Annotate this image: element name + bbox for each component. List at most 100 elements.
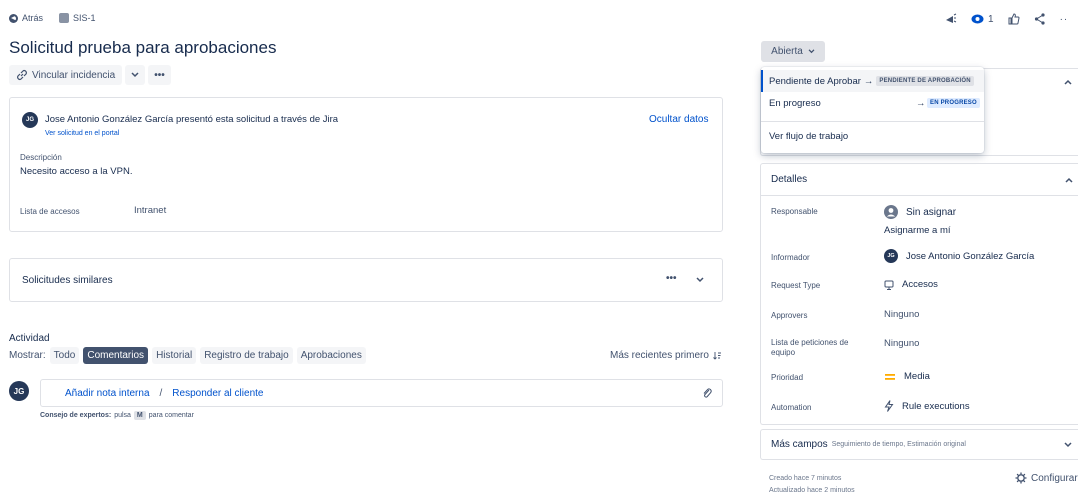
request-type-icon — [884, 280, 894, 290]
assignee-label: Responsable — [771, 207, 818, 216]
status-label: Abierta — [771, 46, 803, 57]
issue-key-link[interactable]: SIS-1 — [59, 13, 96, 23]
more-fields-panel[interactable]: Más campos Seguimiento de tiempo, Estima… — [760, 429, 1078, 460]
chevron-down-icon — [131, 72, 139, 78]
access-list-value[interactable]: Intranet — [134, 205, 166, 216]
reply-customer-link[interactable]: Responder al cliente — [172, 388, 263, 399]
chevron-up-icon[interactable] — [1065, 177, 1073, 183]
back-label: Atrás — [22, 13, 44, 23]
status-button[interactable]: Abierta — [761, 41, 825, 62]
assignee-field[interactable]: Sin asignar — [884, 205, 956, 219]
avatar: JG — [884, 249, 898, 263]
chevron-down-icon[interactable] — [696, 277, 704, 283]
reporter-value: Jose Antonio González García — [906, 250, 1035, 262]
filter-approvals[interactable]: Aprobaciones — [296, 347, 366, 364]
request-type-field[interactable]: Accesos — [884, 279, 938, 290]
eye-icon — [971, 14, 984, 24]
similar-requests-title: Solicitudes similares — [22, 275, 113, 286]
issue-toolbar: Vincular incidencia ••• — [9, 65, 171, 85]
automation-label: Automation — [771, 403, 812, 412]
lightning-icon — [884, 400, 894, 412]
priority-label: Prioridad — [771, 373, 804, 382]
thumbs-up-icon[interactable] — [1008, 13, 1020, 25]
avatar: JG — [9, 381, 29, 401]
back-arrow-icon — [9, 13, 18, 23]
watch-count: 1 — [988, 13, 994, 25]
creator-line: Jose Antonio González García presentó es… — [45, 114, 338, 125]
team-requests-label: Lista de peticiones de equipo — [771, 338, 849, 357]
page-title: Solicitud prueba para aprobaciones — [9, 38, 277, 57]
composer-separator: / — [159, 387, 163, 399]
breadcrumb: Atrás SIS-1 — [9, 13, 96, 23]
transition-arrow: → — [916, 97, 926, 109]
creator-action: presentó esta solicitud a través de Jira — [175, 114, 339, 125]
sort-button[interactable]: Más recientes primero — [610, 350, 721, 361]
watch-button[interactable]: 1 — [971, 14, 994, 25]
assign-to-me-link[interactable]: Asignarme a mí — [884, 225, 951, 236]
transition-in-progress[interactable]: En progreso → EN PROGRESO — [761, 92, 984, 114]
more-actions-icon[interactable]: ·· — [1060, 14, 1069, 25]
priority-value: Media — [904, 371, 930, 382]
details-header[interactable]: Detalles — [761, 164, 1078, 196]
link-issue-dropdown[interactable] — [125, 65, 146, 85]
team-requests-value[interactable]: Ninguno — [884, 338, 919, 349]
assignee-value: Sin asignar — [906, 206, 957, 218]
activity-filters: Mostrar: Todo Comentarios Historial Regi… — [9, 347, 366, 364]
reporter-field[interactable]: JG Jose Antonio González García — [884, 249, 1034, 263]
approvers-value[interactable]: Ninguno — [884, 309, 919, 320]
request-details-card: JG Jose Antonio González García presentó… — [9, 97, 723, 232]
similar-more-button[interactable]: ••• — [666, 273, 677, 284]
attachment-icon[interactable] — [702, 387, 712, 399]
reporter-label: Informador — [771, 253, 810, 262]
creator-name[interactable]: Jose Antonio González García — [45, 114, 173, 125]
sort-label: Más recientes primero — [610, 350, 709, 361]
configure-button[interactable]: Configurar — [1015, 472, 1078, 484]
tip-press: pulsa — [114, 412, 131, 419]
user-avatar-icon — [884, 205, 898, 219]
filter-history[interactable]: Historial — [152, 347, 197, 364]
description-text[interactable]: Necesito acceso a la VPN. — [20, 166, 132, 177]
details-panel: Detalles Responsable Sin asignar Asignar… — [760, 163, 1078, 425]
automation-field[interactable]: Rule executions — [884, 400, 970, 412]
link-icon — [16, 69, 28, 81]
sort-icon — [713, 351, 721, 360]
back-link[interactable]: Atrás — [9, 13, 43, 23]
status-dropdown: Pendiente de Aprobar → PENDIENTE DE APRO… — [761, 67, 984, 153]
share-icon[interactable] — [1034, 13, 1046, 25]
more-fields-hint: Seguimiento de tiempo, Estimación origin… — [831, 441, 966, 448]
filter-all[interactable]: Todo — [49, 347, 80, 364]
approvers-label: Approvers — [771, 311, 808, 320]
link-issue-button[interactable]: Vincular incidencia — [9, 65, 123, 85]
transition-pending-approval[interactable]: Pendiente de Aprobar → PENDIENTE DE APRO… — [761, 70, 984, 92]
created-timestamp: Creado hace 7 minutos — [769, 475, 842, 482]
activity-heading: Actividad — [9, 333, 50, 344]
header-actions: 1 ·· — [945, 13, 1068, 25]
chevron-down-icon — [1064, 442, 1072, 448]
tip-suffix: para comentar — [148, 412, 194, 419]
filter-worklog[interactable]: Registro de trabajo — [200, 347, 293, 364]
issue-key-label: SIS-1 — [73, 13, 96, 23]
chevron-up-icon[interactable] — [1064, 79, 1072, 85]
feedback-icon[interactable] — [945, 13, 957, 25]
internal-note-link[interactable]: Añadir nota interna — [65, 388, 150, 399]
show-label: Mostrar: — [9, 350, 46, 361]
view-workflow-item[interactable]: Ver flujo de trabajo — [761, 125, 984, 147]
comment-composer[interactable]: Añadir nota interna / Responder al clien… — [40, 379, 723, 407]
link-issue-label: Vincular incidencia — [32, 69, 116, 81]
chevron-down-icon — [808, 49, 815, 54]
comment-tip: Consejo de expertos: pulsa M para coment… — [40, 411, 194, 420]
tip-key: M — [133, 411, 146, 420]
priority-field[interactable]: Media — [884, 371, 930, 382]
transition-label: En progreso — [769, 97, 821, 109]
more-button[interactable]: ••• — [148, 65, 171, 85]
configure-label: Configurar — [1031, 472, 1078, 484]
similar-requests-panel[interactable]: Solicitudes similares ••• — [9, 258, 723, 302]
hide-data-link[interactable]: Ocultar datos — [649, 114, 708, 125]
status-lozenge: PENDIENTE DE APROBACIÓN — [876, 76, 974, 86]
priority-medium-icon — [884, 373, 896, 381]
filter-comments[interactable]: Comentarios — [83, 347, 149, 364]
portal-link[interactable]: Ver solicitud en el portal — [45, 130, 119, 137]
status-lozenge: EN PROGRESO — [927, 98, 980, 108]
access-list-label: Lista de accesos — [20, 207, 80, 216]
dropdown-divider — [761, 121, 984, 122]
